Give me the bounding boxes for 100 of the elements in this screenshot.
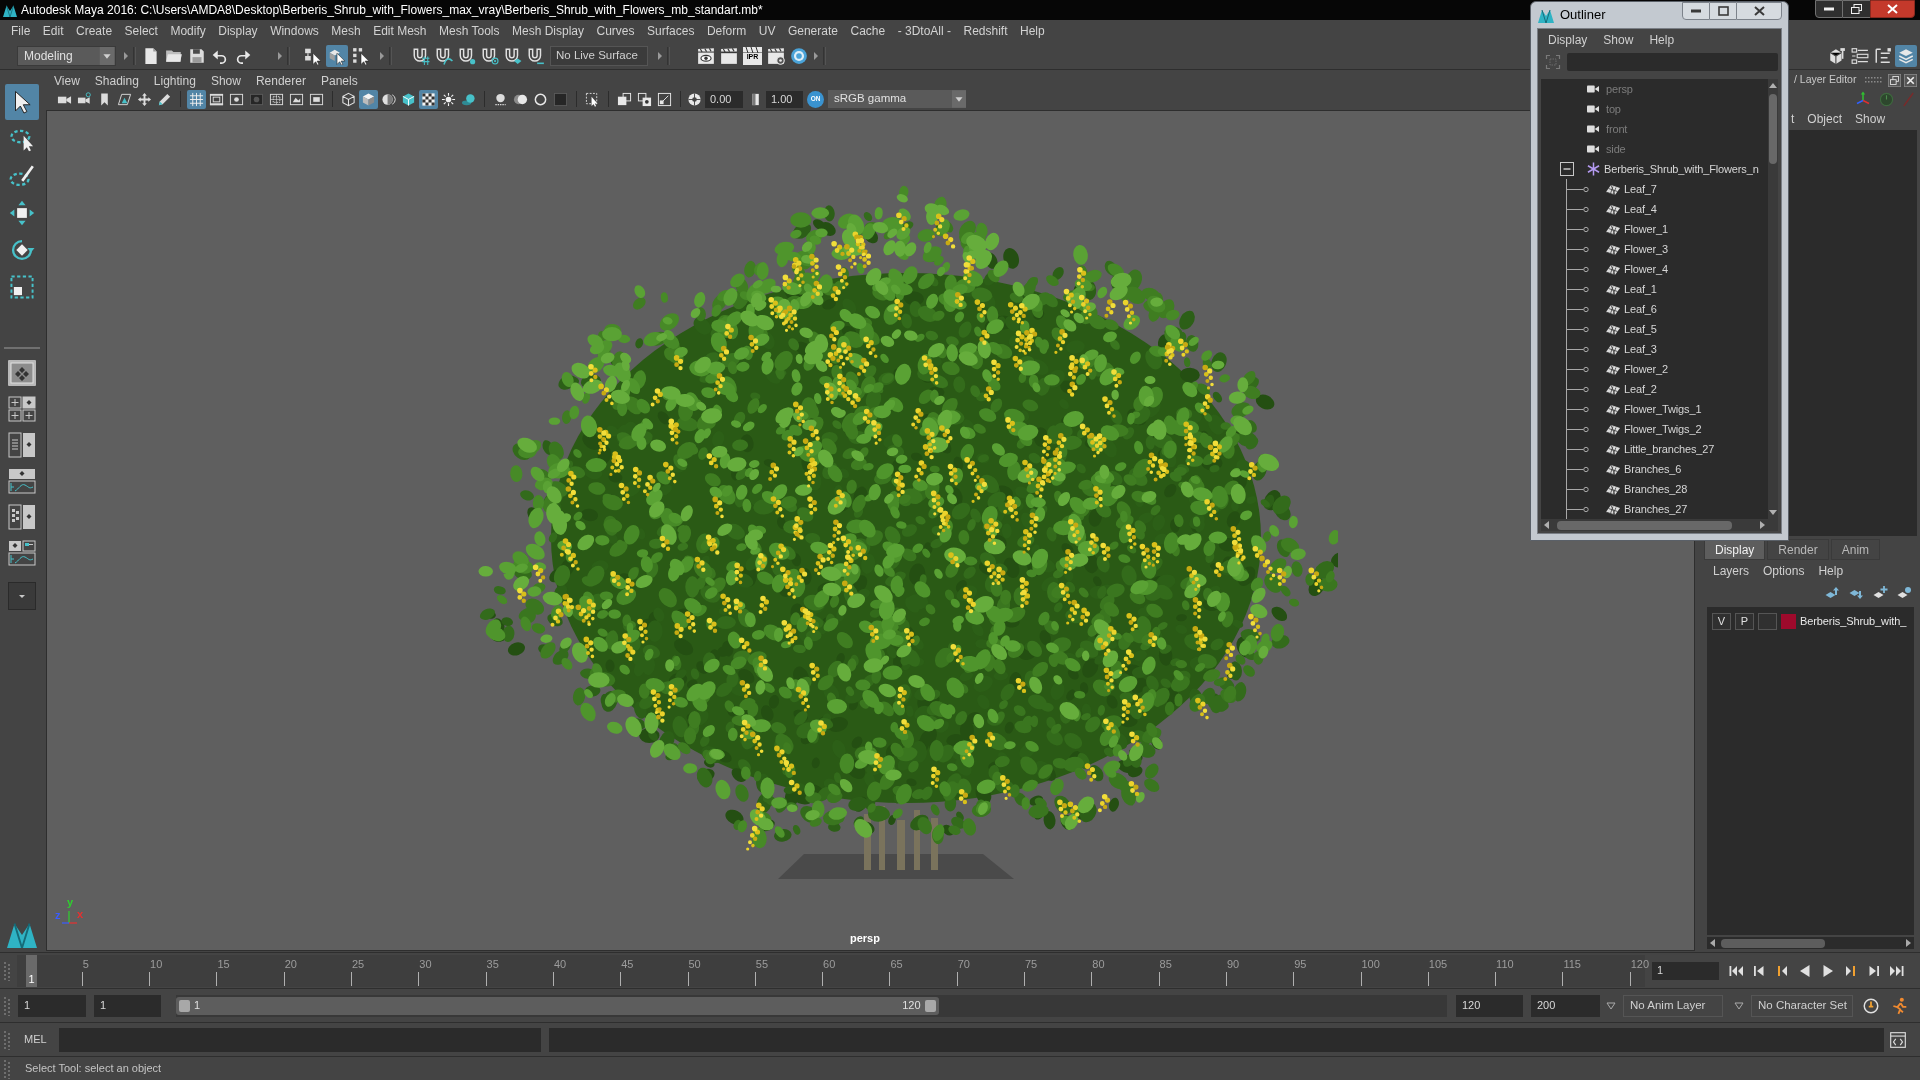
scroll-down-icon[interactable] (1768, 509, 1778, 517)
menu-item[interactable]: Select (124, 22, 158, 40)
panel-menu-item[interactable]: Lighting (153, 75, 196, 88)
outliner-view-layout-icon[interactable] (7, 431, 37, 459)
menu-item[interactable]: - 3DtoAll - (897, 22, 951, 40)
panel-menu-item[interactable]: Options (1763, 562, 1805, 580)
selection-mode-button[interactable] (326, 44, 348, 67)
collapse-arrow-icon[interactable] (656, 45, 672, 66)
outliner-item[interactable]: Flower_Twigs_1 (1624, 403, 1702, 415)
panel-menu-item[interactable]: Renderer (255, 75, 306, 88)
magnet-icon[interactable] (527, 46, 545, 65)
layer-editor-tab[interactable]: Anim (1830, 539, 1881, 560)
menu-item[interactable]: UV (758, 22, 776, 40)
panel-menu-item[interactable]: Object (1807, 110, 1843, 128)
playback-toggle[interactable]: P (1735, 612, 1754, 630)
menu-set-dropdown[interactable]: Modeling (17, 45, 116, 66)
current-frame-marker[interactable]: 1 (26, 954, 37, 987)
scrollbar-thumb[interactable] (1769, 94, 1777, 164)
collapse-arrow-icon[interactable] (276, 45, 292, 66)
live-surface-button[interactable]: No Live Surface (550, 45, 648, 66)
outliner-item[interactable]: Flower_1 (1624, 223, 1669, 235)
layer-editor-tab[interactable]: Render (1767, 539, 1829, 560)
outliner-item[interactable]: Berberis_Shrub_with_Flowers_n (1604, 163, 1759, 175)
collapse-arrow-icon[interactable] (122, 45, 138, 66)
shader-ball-icon[interactable] (790, 46, 808, 65)
visibility-toggle[interactable]: V (1712, 612, 1731, 630)
render-view-icon[interactable] (697, 46, 715, 65)
outliner-item[interactable]: Branches_28 (1624, 483, 1688, 495)
layer-name[interactable]: Berberis_Shrub_with_ (1800, 612, 1907, 630)
menu-item[interactable]: Windows (270, 22, 319, 40)
layer-type-toggle[interactable] (1758, 612, 1777, 630)
outliner-item[interactable]: Flower_3 (1624, 243, 1669, 255)
scroll-up-icon[interactable] (1768, 81, 1778, 89)
float-window-icon[interactable] (1888, 73, 1901, 87)
menu-item[interactable]: Mesh (331, 22, 361, 40)
maximize-button[interactable] (1710, 2, 1736, 20)
tool-button[interactable] (5, 84, 39, 120)
snap-curve-icon[interactable] (435, 46, 453, 65)
collapse-arrow-icon[interactable] (378, 45, 394, 66)
outliner-item[interactable]: Branches_6 (1624, 463, 1682, 475)
drag-handle-icon[interactable] (4, 995, 10, 1016)
minimize-button[interactable] (1815, 0, 1843, 18)
panel-menu-item[interactable]: Show (210, 75, 241, 88)
render-settings-icon[interactable] (767, 46, 785, 65)
menu-item[interactable]: Deform (706, 22, 747, 40)
playback-end-field[interactable]: 120 (1456, 994, 1523, 1017)
horizontal-scrollbar[interactable] (1707, 937, 1914, 949)
menu-item[interactable]: Edit (42, 22, 64, 40)
dropdown-caret-icon[interactable] (1734, 1001, 1744, 1010)
menu-item[interactable]: Mesh Tools (439, 22, 500, 40)
dropdown-caret-icon[interactable] (1606, 1001, 1616, 1010)
scroll-right-icon[interactable] (1904, 938, 1912, 948)
outliner-item[interactable]: Flower_2 (1624, 363, 1669, 375)
exposure-field[interactable]: 0.00 (705, 90, 743, 108)
graph-view-layout-icon[interactable] (7, 467, 37, 495)
menu-item[interactable]: Edit Mesh (373, 22, 427, 40)
outliner-item[interactable]: top (1606, 103, 1621, 115)
menu-item[interactable]: File (11, 22, 31, 40)
outliner-item[interactable]: Leaf_1 (1624, 283, 1657, 295)
viewport-toggle-button[interactable] (419, 89, 438, 109)
scroll-right-icon[interactable] (1758, 520, 1766, 530)
panel-menu-item[interactable]: Help (1818, 562, 1844, 580)
snap-view-icon[interactable] (481, 46, 499, 65)
clapperboard-icon[interactable] (720, 46, 738, 65)
color-swatch-icon[interactable] (1781, 613, 1796, 629)
viewport-toggle-button[interactable] (187, 89, 206, 109)
scrollbar-thumb[interactable] (1557, 520, 1732, 530)
outliner-item[interactable]: Leaf_3 (1624, 343, 1657, 355)
snap-point-icon[interactable] (458, 46, 476, 65)
menu-item[interactable]: Mesh Display (512, 22, 585, 40)
filter-field[interactable] (1567, 53, 1778, 71)
menu-item[interactable]: Display (218, 22, 258, 40)
slider-handle-icon[interactable] (924, 999, 936, 1012)
outliner-item[interactable]: Little_branches_27 (1624, 443, 1715, 455)
panel-menu-item[interactable]: Panels (320, 75, 358, 88)
scroll-left-icon[interactable] (1543, 520, 1551, 530)
four-view-layout-icon[interactable] (7, 395, 37, 423)
snap-surface-icon[interactable] (504, 46, 522, 65)
close-icon[interactable] (1904, 73, 1917, 87)
close-button[interactable] (1870, 0, 1915, 18)
menu-item[interactable]: Show (1603, 31, 1634, 49)
menu-item[interactable]: Cache (850, 22, 886, 40)
axes-icon[interactable] (1855, 91, 1871, 107)
character-set-dropdown[interactable]: No Character Set (1751, 994, 1853, 1017)
outliner-item[interactable]: Leaf_7 (1624, 183, 1657, 195)
maximize-button[interactable] (1843, 0, 1870, 18)
outliner-item[interactable]: Leaf_6 (1624, 303, 1657, 315)
outliner-item[interactable]: side (1606, 143, 1626, 155)
save-icon[interactable] (188, 46, 206, 65)
collapse-arrow-icon[interactable] (812, 45, 828, 66)
drag-handle-icon[interactable] (4, 1029, 10, 1050)
anim-layer-dropdown[interactable]: No Anim Layer (1623, 994, 1723, 1017)
panel-toggle-button[interactable] (1895, 44, 1917, 67)
clock-icon[interactable] (1862, 996, 1880, 1015)
horizontal-scrollbar[interactable] (1541, 519, 1778, 531)
drag-handle-icon[interactable] (4, 1058, 10, 1079)
layer-new-icon[interactable] (1896, 585, 1912, 601)
start-frame-field[interactable]: 1 (18, 994, 86, 1017)
outliner-item[interactable]: front (1606, 123, 1628, 135)
scroll-left-icon[interactable] (1709, 938, 1717, 948)
